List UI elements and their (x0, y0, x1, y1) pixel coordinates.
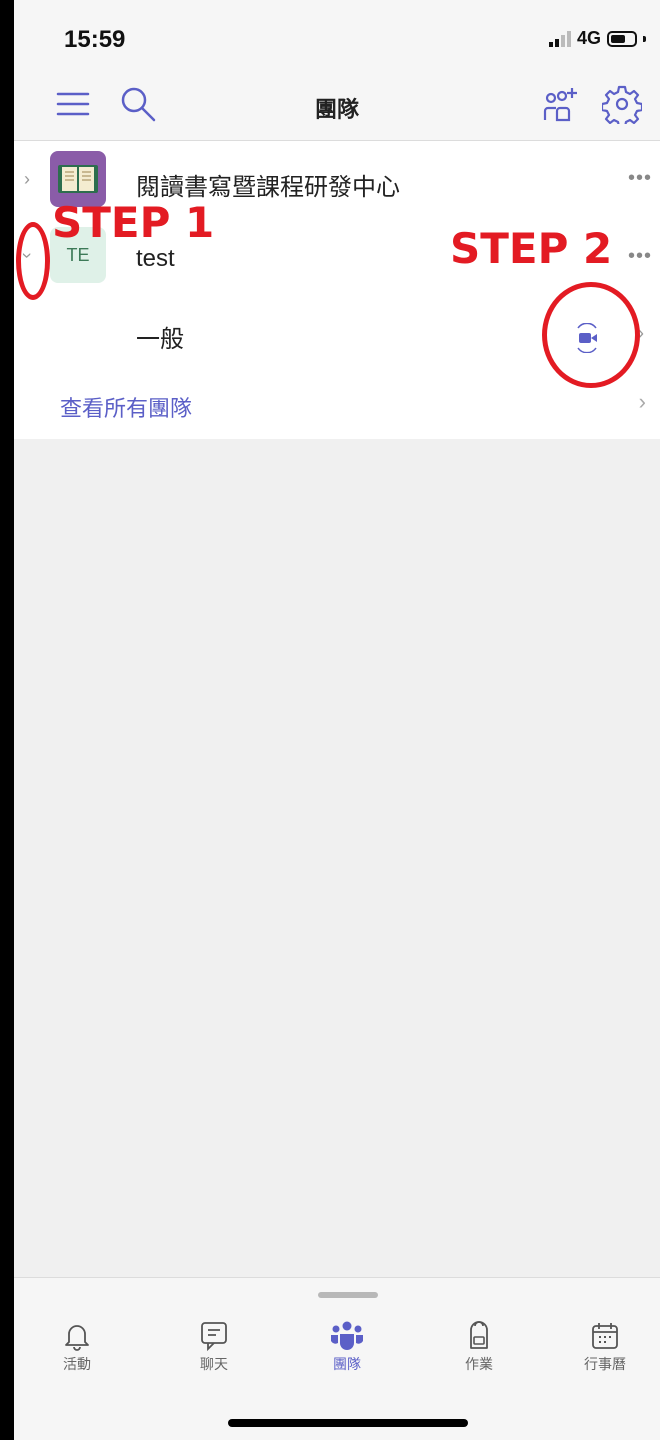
top-bar: 15:59 4G 團隊 (14, 0, 660, 141)
battery-icon (607, 30, 637, 47)
chat-icon (201, 1322, 227, 1352)
tab-label: 作業 (465, 1356, 493, 1372)
tab-calendar[interactable]: 行事曆 (550, 1320, 660, 1374)
bottom-navigation: 活動 聊天 團隊 作業 行事曆 (14, 1277, 660, 1440)
step-1-highlight (16, 222, 50, 300)
see-all-teams-link[interactable]: 查看所有團隊 (60, 391, 192, 423)
status-indicators: 4G (548, 28, 646, 49)
status-time: 15:59 (64, 26, 126, 53)
chevron-right-icon[interactable]: › (24, 169, 30, 190)
network-type: 4G (576, 28, 601, 48)
tab-assignments[interactable]: 作業 (424, 1320, 534, 1374)
home-indicator (228, 1419, 468, 1427)
tab-chat[interactable]: 聊天 (159, 1320, 269, 1374)
step-1-annotation: STEP 1 (52, 198, 215, 247)
more-options-icon[interactable]: ••• (628, 245, 652, 268)
more-options-icon[interactable]: ••• (628, 167, 652, 190)
team-name: test (136, 245, 175, 272)
tab-teams[interactable]: 團隊 (292, 1320, 402, 1374)
tab-label: 團隊 (333, 1356, 361, 1372)
team-name: 閱讀書寫暨課程研發中心 (136, 174, 400, 201)
step-2-highlight (542, 282, 640, 388)
tab-activity[interactable]: 活動 (22, 1320, 132, 1374)
chevron-right-icon[interactable]: › (639, 389, 646, 415)
drag-handle[interactable] (318, 1292, 378, 1298)
tab-label: 活動 (63, 1356, 91, 1372)
gear-icon[interactable] (600, 84, 644, 129)
teams-icon (331, 1321, 363, 1350)
add-team-icon[interactable] (540, 84, 580, 124)
calendar-icon (592, 1323, 618, 1349)
tab-label: 聊天 (200, 1356, 228, 1372)
phone-screen: 15:59 4G 團隊 › 閱讀書寫暨課程研發中心 ••• › TE test … (14, 0, 660, 1440)
bell-icon (65, 1325, 89, 1351)
backpack-icon (470, 1321, 488, 1349)
channel-name: 一般 (136, 326, 184, 353)
step-2-annotation: STEP 2 (450, 224, 613, 273)
signal-icon (548, 30, 571, 47)
tab-label: 行事曆 (584, 1356, 626, 1372)
